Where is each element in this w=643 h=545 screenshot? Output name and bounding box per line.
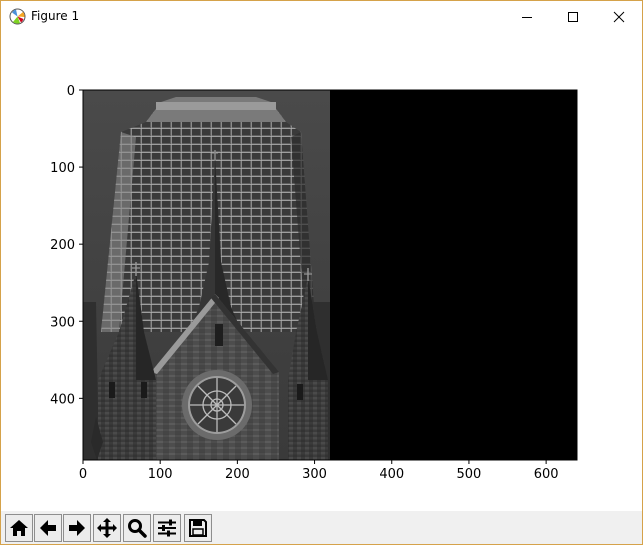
image-photo-left xyxy=(83,90,330,460)
x-tick-label: 400 xyxy=(379,467,404,482)
pan-button[interactable] xyxy=(93,514,121,542)
back-button[interactable] xyxy=(34,514,62,542)
home-button[interactable] xyxy=(5,514,33,542)
plot-area[interactable]: 0 100 200 300 400 500 600 0 100 200 300 400 xyxy=(1,32,642,510)
window-title: Figure 1 xyxy=(31,9,80,23)
minimize-icon xyxy=(522,17,532,18)
matplotlib-logo-icon xyxy=(9,8,26,25)
navigation-toolbar xyxy=(1,511,642,544)
maximize-button[interactable] xyxy=(550,1,596,32)
image-black-right xyxy=(330,90,577,460)
figure-canvas[interactable]: 0 100 200 300 400 500 600 0 100 200 300 400 xyxy=(1,32,642,510)
floppy-disk-icon xyxy=(189,519,207,537)
close-icon xyxy=(613,11,625,23)
zoom-magnifier-icon xyxy=(128,519,147,538)
forward-button[interactable] xyxy=(63,514,91,542)
x-tick-label: 200 xyxy=(225,467,250,482)
configure-subplots-button[interactable] xyxy=(153,514,181,542)
minimize-button[interactable] xyxy=(504,1,550,32)
x-tick-label: 500 xyxy=(457,467,482,482)
figure-window: Figure 1 0 100 200 300 400 500 600 0 100… xyxy=(0,0,643,545)
home-icon xyxy=(10,520,28,536)
x-axis: 0 100 200 300 400 500 600 xyxy=(79,460,559,482)
save-button[interactable] xyxy=(184,514,212,542)
y-tick-label: 200 xyxy=(50,238,75,253)
maximize-icon xyxy=(568,12,578,22)
y-tick-label: 400 xyxy=(50,392,75,407)
title-bar[interactable]: Figure 1 xyxy=(1,1,642,32)
y-axis: 0 100 200 300 400 xyxy=(50,84,83,407)
y-tick-label: 300 xyxy=(50,315,75,330)
sliders-icon xyxy=(158,519,176,537)
pan-move-icon xyxy=(97,518,117,538)
zoom-button[interactable] xyxy=(123,514,151,542)
back-arrow-icon xyxy=(40,520,56,536)
y-tick-label: 100 xyxy=(50,161,75,176)
x-tick-label: 600 xyxy=(534,467,559,482)
y-tick-label: 0 xyxy=(67,84,75,99)
forward-arrow-icon xyxy=(69,520,85,536)
x-tick-label: 300 xyxy=(302,467,327,482)
x-tick-label: 100 xyxy=(148,467,173,482)
x-tick-label: 0 xyxy=(79,467,87,482)
close-button[interactable] xyxy=(596,1,642,32)
